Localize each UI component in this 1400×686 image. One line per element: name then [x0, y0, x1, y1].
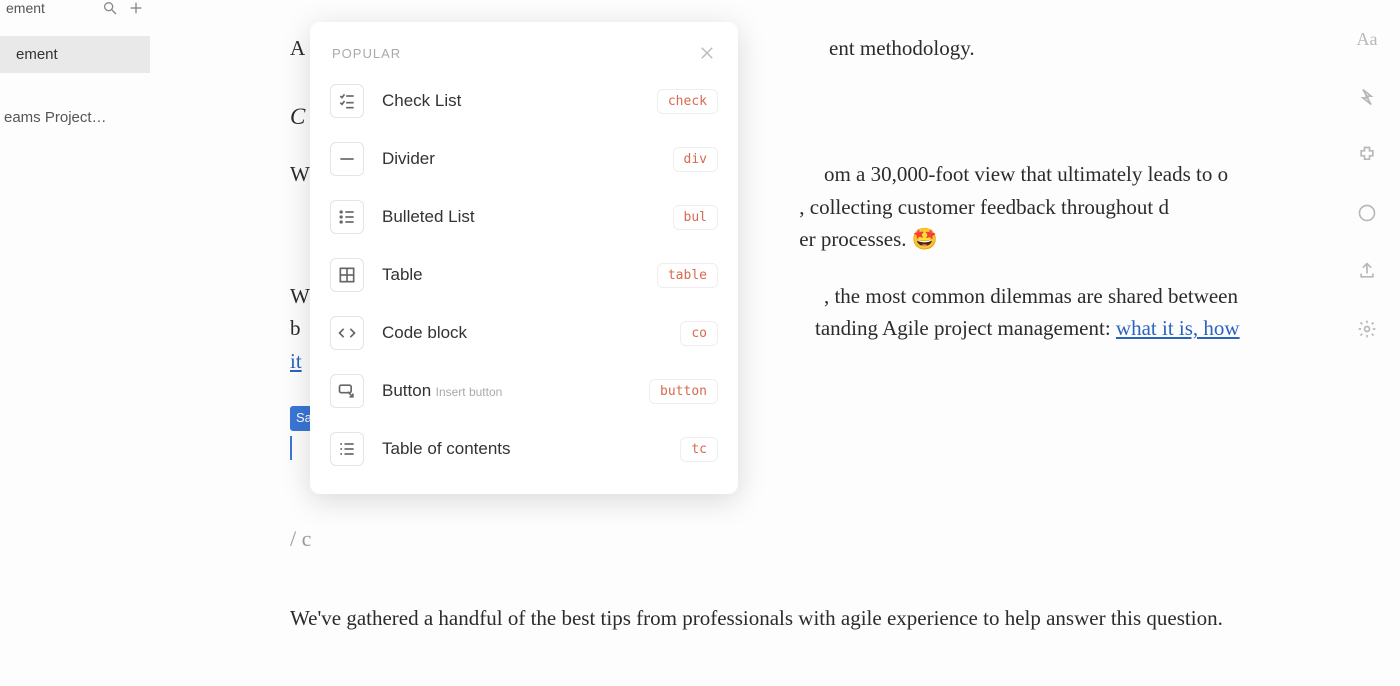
- text: ent methodology.: [829, 36, 975, 60]
- text: We've gathered a handful of the best tip…: [290, 606, 841, 630]
- typography-icon[interactable]: Aa: [1356, 28, 1378, 50]
- popup-item-label: Code block: [382, 323, 467, 342]
- check-list-icon: [330, 84, 364, 118]
- popup-item-label: Table: [382, 265, 423, 284]
- popup-item-shortcut: table: [657, 263, 718, 288]
- table-of-contents-icon: [330, 432, 364, 466]
- popup-item-table-of-contents[interactable]: Table of contents tc: [310, 420, 738, 478]
- popup-item-sublabel: Insert button: [436, 385, 503, 399]
- popup-item-divider[interactable]: Divider div: [310, 130, 738, 188]
- popup-item-label: Table of contents: [382, 439, 511, 458]
- workspace-title: ement: [6, 0, 92, 16]
- text: A: [290, 36, 304, 60]
- slash-command-input[interactable]: / c: [290, 522, 1250, 556]
- popup-item-check-list[interactable]: Check List check: [310, 72, 738, 130]
- add-icon[interactable]: [128, 0, 144, 16]
- text: er processes. 🤩: [799, 227, 938, 251]
- text: experience to help answer this question.: [882, 606, 1223, 630]
- extension-icon[interactable]: [1356, 144, 1378, 166]
- link-continuation[interactable]: it: [290, 349, 302, 373]
- share-icon[interactable]: [1356, 260, 1378, 282]
- popup-item-label: Divider: [382, 149, 435, 168]
- popup-header: POPULAR: [310, 36, 738, 72]
- sidebar-top-row: ement: [0, 0, 150, 16]
- bulleted-list-icon: [330, 200, 364, 234]
- sidebar-item-teams-project[interactable]: eams Project…: [0, 99, 150, 136]
- text: om a 30,000-foot view that ultimately le…: [824, 162, 1228, 186]
- right-rail: Aa: [1352, 28, 1382, 340]
- table-icon: [330, 258, 364, 292]
- popup-item-label: Check List: [382, 91, 461, 110]
- popup-item-shortcut: co: [680, 321, 718, 346]
- text: W: [290, 162, 309, 186]
- sidebar-item-active[interactable]: ement: [0, 36, 150, 73]
- popup-item-label: Bulleted List: [382, 207, 475, 226]
- popup-item-bulleted-list[interactable]: Bulleted List bul: [310, 188, 738, 246]
- search-icon[interactable]: [102, 0, 118, 16]
- comments-icon[interactable]: [1356, 202, 1378, 224]
- popup-item-button[interactable]: Button Insert button button: [310, 362, 738, 420]
- popup-item-table[interactable]: Table table: [310, 246, 738, 304]
- popup-item-label: Button: [382, 381, 431, 400]
- slash-command-popup: POPULAR Check List check Divider div Bul…: [310, 22, 738, 494]
- close-icon[interactable]: [698, 44, 716, 62]
- spelling-mark[interactable]: agile: [841, 606, 882, 630]
- text: , collecting customer feedback throughou…: [799, 195, 1169, 219]
- popup-item-shortcut: div: [673, 147, 718, 172]
- settings-icon[interactable]: [1356, 318, 1378, 340]
- paragraph[interactable]: We've gathered a handful of the best tip…: [290, 602, 1250, 635]
- lightning-icon[interactable]: [1356, 86, 1378, 108]
- divider-icon: [330, 142, 364, 176]
- popup-item-shortcut: check: [657, 89, 718, 114]
- button-icon: [330, 374, 364, 408]
- text: tanding Agile project management:: [815, 316, 1116, 340]
- text: W: [290, 284, 309, 308]
- popup-item-shortcut: bul: [673, 205, 718, 230]
- popup-item-shortcut: button: [649, 379, 718, 404]
- popup-item-shortcut: tc: [680, 437, 718, 462]
- code-block-icon: [330, 316, 364, 350]
- popup-section-label: POPULAR: [332, 46, 401, 61]
- left-sidebar: ement ement eams Project…: [0, 0, 150, 686]
- popup-item-code-block[interactable]: Code block co: [310, 304, 738, 362]
- link-what-it-is[interactable]: what it is, how: [1116, 316, 1240, 340]
